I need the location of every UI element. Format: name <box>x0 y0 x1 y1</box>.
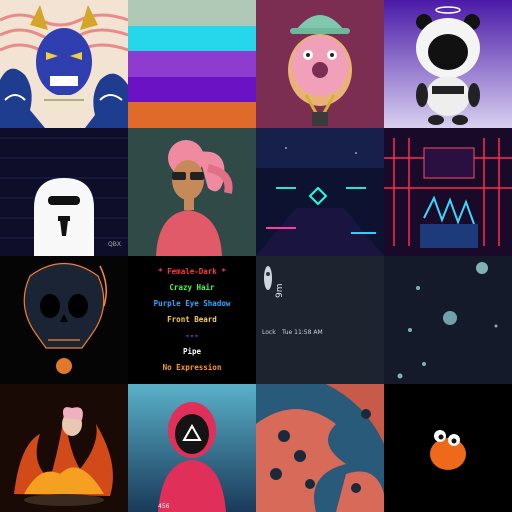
sunglasses-girl-art <box>128 128 256 256</box>
ghost-tag-label: QBX <box>108 241 121 248</box>
nft-image-grid: QBX * Female-Dark * Crazy Hair Purple Ey… <box>0 0 512 512</box>
phone-label: Lock <box>262 329 276 336</box>
palette-stripe-1 <box>128 0 256 26</box>
phone-time: Tue 11:58 AM <box>281 329 323 336</box>
phone-lock-art: 9m Lock Tue 11:58 AM <box>256 256 384 384</box>
grid-tile-fire-skull[interactable] <box>0 256 128 384</box>
grid-tile-cyber-room[interactable] <box>384 128 512 256</box>
ghost-art: QBX <box>0 128 128 256</box>
palette-stripe-3 <box>128 51 256 77</box>
trait-line-6: Pipe <box>182 347 202 356</box>
trait-line-5: --- <box>185 331 199 340</box>
grid-tile-neon-tunnel[interactable] <box>256 128 384 256</box>
grid-tile-donut-character[interactable] <box>256 0 384 128</box>
panda-robot-art <box>384 0 512 128</box>
grid-tile-ghost[interactable]: QBX <box>0 128 128 256</box>
octopus-art <box>256 384 384 512</box>
palette-stripes <box>128 0 256 128</box>
grid-tile-trait-list[interactable]: * Female-Dark * Crazy Hair Purple Eye Sh… <box>128 256 256 384</box>
palette-stripe-4 <box>128 76 256 103</box>
grid-tile-oni-mask[interactable] <box>0 0 128 128</box>
grid-tile-fire-figure[interactable] <box>0 384 128 512</box>
cyber-room-art <box>384 128 512 256</box>
masked-soldier-art: 456 <box>128 384 256 512</box>
oni-mask-art <box>0 0 128 128</box>
trait-line-4: Front Beard <box>167 315 217 324</box>
grid-tile-octopus[interactable] <box>256 384 384 512</box>
grid-tile-panda-robot[interactable] <box>384 0 512 128</box>
svg-text:9m: 9m <box>275 284 285 299</box>
grid-tile-phone-lock[interactable]: 9m Lock Tue 11:58 AM <box>256 256 384 384</box>
grid-tile-sunglasses-girl[interactable] <box>128 128 256 256</box>
trait-line-7: No Expression <box>162 363 222 372</box>
donut-character-art <box>256 0 384 128</box>
neon-tunnel-art <box>256 128 384 256</box>
palette-stripe-5 <box>128 102 256 128</box>
trait-line-2: Crazy Hair <box>169 283 215 292</box>
palette-stripe-2 <box>128 25 256 52</box>
grid-tile-floating-orbs[interactable] <box>384 256 512 384</box>
trait-line-1: * Female-Dark * <box>158 267 226 276</box>
fire-skull-art <box>0 256 128 384</box>
soldier-tag: 456 <box>158 503 170 510</box>
floating-orbs-art <box>384 256 512 384</box>
grid-tile-orange-blob[interactable] <box>384 384 512 512</box>
grid-tile-color-palette[interactable] <box>128 0 256 128</box>
orange-blob-art <box>384 384 512 512</box>
fire-figure-art <box>0 384 128 512</box>
grid-tile-masked-soldier[interactable]: 456 <box>128 384 256 512</box>
trait-line-3: Purple Eye Shadow <box>153 299 231 308</box>
